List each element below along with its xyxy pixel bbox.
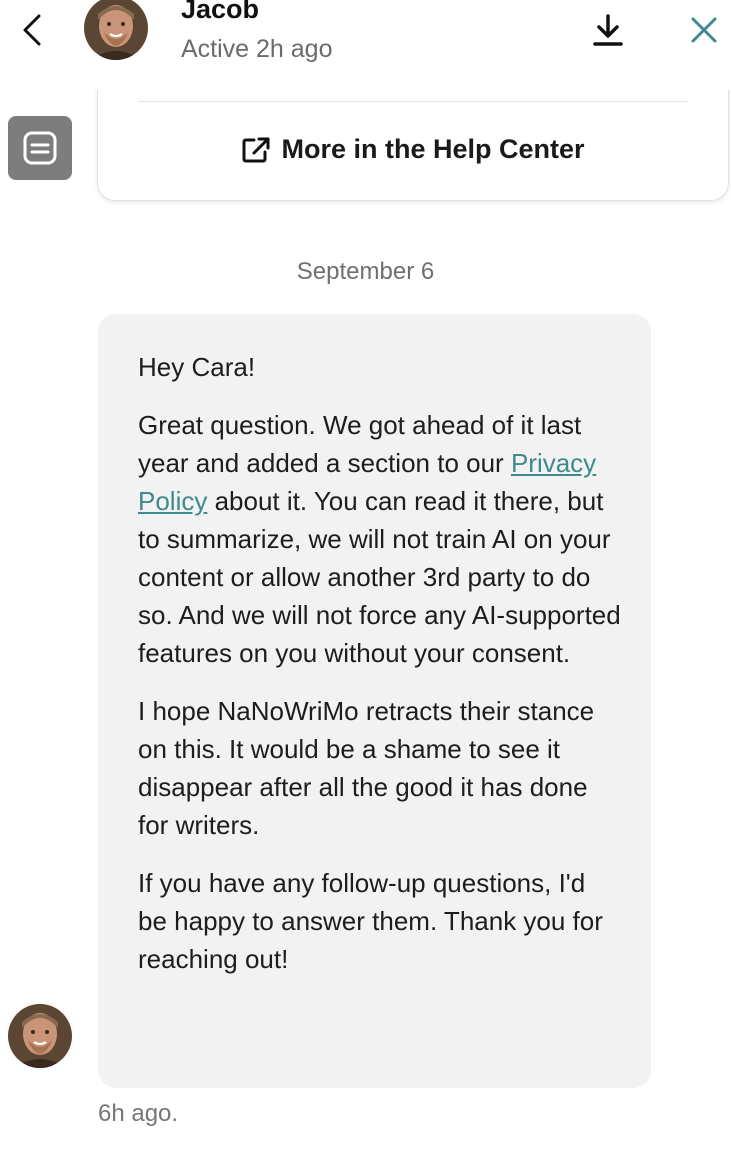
help-center-link[interactable]: More in the Help Center [98, 134, 728, 165]
message-bubble: Hey Cara! Great question. We got ahead o… [98, 314, 651, 1088]
back-button[interactable] [12, 8, 52, 52]
chat-header: Jacob Active 2h ago [0, 0, 731, 90]
message-paragraph-2: I hope NaNoWriMo retracts their stance o… [138, 696, 595, 840]
divider [138, 101, 688, 102]
message-paragraph-1: Great question. We got ahead of it last … [138, 406, 621, 672]
bot-icon [23, 131, 57, 165]
avatar[interactable] [8, 1004, 72, 1068]
contact-status: Active 2h ago [181, 35, 333, 63]
close-button[interactable] [684, 8, 724, 52]
message-timestamp: 6h ago. [98, 1100, 179, 1127]
date-separator: September 6 [296, 258, 435, 285]
bot-avatar [8, 116, 72, 180]
chevron-left-icon [23, 14, 41, 46]
download-icon [593, 14, 623, 46]
message-paragraph-3: If you have any follow-up questions, I'd… [138, 868, 603, 974]
message-greeting: Hey Cara! [138, 352, 256, 382]
message-text: about it. You can read it there, but to … [138, 486, 621, 668]
help-link-label: More in the Help Center [281, 134, 585, 164]
download-button[interactable] [588, 8, 628, 52]
contact-name: Jacob [181, 0, 260, 24]
external-link-icon [242, 137, 270, 162]
close-icon [691, 17, 717, 43]
avatar[interactable] [84, 0, 148, 60]
